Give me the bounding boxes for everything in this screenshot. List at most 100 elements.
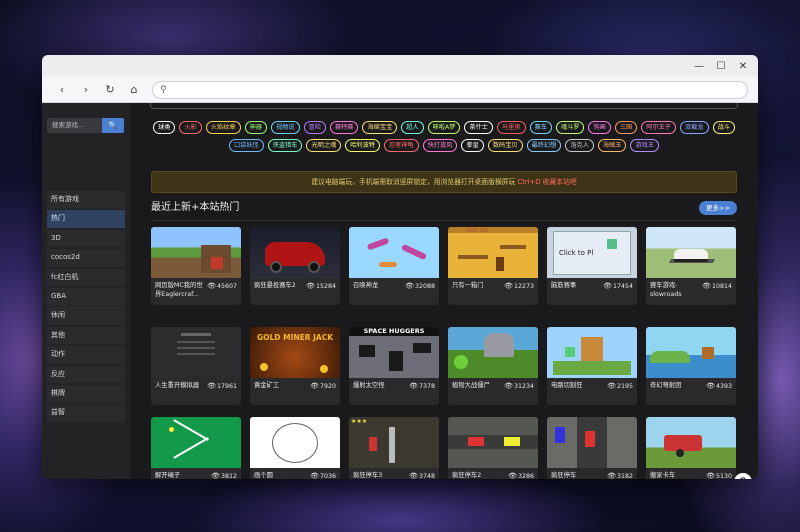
tag-chip[interactable]: 钩画 <box>588 121 611 134</box>
tag-chip[interactable]: 赛车 <box>529 121 552 134</box>
game-card[interactable]: 赛车游戏-slowroads 👁10814 <box>646 227 736 305</box>
game-thumbnail[interactable] <box>646 417 736 468</box>
tag-chip[interactable]: 球类 <box>153 121 176 134</box>
search-button[interactable]: 🔍 <box>102 118 124 133</box>
game-thumbnail[interactable] <box>646 227 736 278</box>
tag-chip[interactable]: 茶什士 <box>464 121 493 134</box>
tag-chip[interactable]: 数码宝贝 <box>487 139 523 152</box>
tag-chip[interactable]: 海绵宝宝 <box>362 121 398 134</box>
game-card[interactable]: 疯狂暴投赛车2 👁15284 <box>250 227 340 305</box>
forward-icon[interactable]: › <box>74 83 98 96</box>
eye-icon: 👁 <box>310 472 319 479</box>
tag-chip[interactable]: 洛克人 <box>565 139 594 152</box>
tag-chip[interactable]: 超人 <box>401 121 424 134</box>
game-thumbnail[interactable] <box>448 417 538 468</box>
game-thumbnail[interactable]: LEVEL 2/65 <box>448 227 538 278</box>
game-card[interactable]: 画个圆 👁7036 <box>250 417 340 479</box>
sidebar-item[interactable]: 反应 <box>47 365 125 384</box>
view-count: 👁17961 <box>207 382 237 392</box>
sidebar-item[interactable]: cocos2d <box>47 249 125 267</box>
game-card[interactable]: Click to Pl 脑筋赛事 👁17454 <box>547 227 637 305</box>
game-thumbnail[interactable] <box>250 227 340 278</box>
game-thumbnail[interactable] <box>151 327 241 378</box>
game-card[interactable]: 植物大战僵尸 👁31234 <box>448 327 538 405</box>
game-name: 网页版MC我的世界Eaglercraf... <box>155 282 203 298</box>
sidebar-item[interactable]: 动作 <box>47 346 125 364</box>
sidebar-item[interactable]: 其他 <box>47 326 125 345</box>
tag-chip[interactable]: 视频说 <box>270 121 300 134</box>
game-thumbnail[interactable] <box>151 417 241 468</box>
sidebar-item[interactable]: 休闲 <box>47 307 125 325</box>
game-thumbnail[interactable]: ★★★ <box>349 417 439 468</box>
game-card[interactable]: 人生重开模拟器 👁17961 <box>151 327 241 405</box>
sidebar-item[interactable]: 热门 <box>47 210 125 228</box>
home-icon[interactable]: ⌂ <box>122 83 146 96</box>
game-card[interactable]: 疯狂停车 👁3182 <box>547 417 637 479</box>
tag-chip[interactable]: 神器 <box>244 121 267 134</box>
tag-chip[interactable]: 光明之魂 <box>306 139 342 152</box>
minimize-button[interactable]: — <box>688 61 710 72</box>
game-card[interactable]: 电路切割狂 👁2195 <box>547 327 637 405</box>
game-card[interactable]: 解开绳子 👁3812 <box>151 417 241 479</box>
game-card[interactable]: 疯狂停车2 👁3286 <box>448 417 538 479</box>
game-thumbnail[interactable] <box>547 327 637 378</box>
tag-chip[interactable]: 魂斗罗 <box>555 121 585 134</box>
tag-chip[interactable]: 赛特赛 <box>329 121 359 134</box>
tag-chip[interactable]: 火影 <box>179 121 202 134</box>
sidebar-item[interactable]: 益智 <box>47 404 125 422</box>
game-meta: 植物大战僵尸 👁31234 <box>448 378 538 405</box>
tag-chip[interactable]: 冒险 <box>303 121 326 134</box>
game-card[interactable]: 网页版MC我的世界Eaglercraf... 👁45607 <box>151 227 241 305</box>
game-card[interactable]: ★★★ 疯狂停车3 👁3748 <box>349 417 439 479</box>
tag-chip[interactable]: 侠盗猎车 <box>267 139 303 152</box>
view-count: 👁3812 <box>211 472 237 479</box>
game-thumbnail[interactable]: Click to Pl <box>547 227 637 278</box>
maximize-button[interactable]: ☐ <box>710 61 732 72</box>
tag-chip[interactable]: 三国 <box>614 121 638 134</box>
game-thumbnail[interactable] <box>250 417 340 468</box>
game-card[interactable]: SPACE HUGGERS 爆射太空怪 👁7378 <box>349 327 439 405</box>
settings-fab[interactable]: ⚙ <box>734 473 752 479</box>
tag-chip[interactable]: 火焰纹章 <box>205 121 241 134</box>
tag-chip[interactable]: 哈利波特 <box>345 139 380 152</box>
sidebar-item[interactable]: 3D <box>47 229 125 248</box>
game-thumbnail[interactable] <box>349 227 439 278</box>
game-card[interactable]: GOLD MINER JACK 黄金矿工 👁7920 <box>250 327 340 405</box>
game-thumbnail[interactable] <box>151 227 241 278</box>
game-name: 爆射太空怪 <box>353 382 385 389</box>
tag-chip[interactable]: 阿尔王子 <box>641 121 676 134</box>
tag-chip[interactable]: 快打旋风 <box>422 139 458 152</box>
sidebar-item[interactable]: 棋牌 <box>47 384 125 403</box>
sidebar-item[interactable]: GBA <box>47 287 125 306</box>
game-card[interactable]: LEVEL 2/65 只有一箱门 👁12273 <box>448 227 538 305</box>
tag-chip[interactable]: 拳皇 <box>461 139 484 152</box>
game-thumbnail[interactable] <box>547 417 637 468</box>
game-card[interactable]: 召唤神龙 👁32088 <box>349 227 439 305</box>
more-button[interactable]: 更多>> <box>699 201 737 215</box>
tag-chip[interactable]: 海贼王 <box>597 139 627 152</box>
game-thumbnail[interactable]: SPACE HUGGERS <box>349 327 439 378</box>
game-thumbnail[interactable] <box>646 327 736 378</box>
tag-chip[interactable]: 口袋妖怪 <box>228 139 264 152</box>
sidebar-item[interactable]: 所有游戏 <box>47 191 125 209</box>
tag-chip[interactable]: 马里奥 <box>496 121 526 134</box>
close-button[interactable]: ✕ <box>732 61 754 72</box>
view-count: 👁12273 <box>504 282 534 292</box>
game-card[interactable]: 搬家卡车 👁5130 <box>646 417 736 479</box>
game-thumbnail[interactable] <box>448 327 538 378</box>
back-icon[interactable]: ‹ <box>50 83 74 96</box>
tag-chip[interactable]: 战斗 <box>712 121 735 134</box>
game-card[interactable]: 奇幻弩射团 👁4393 <box>646 327 736 405</box>
view-count: 👁17454 <box>603 282 633 292</box>
reload-icon[interactable]: ↻ <box>98 83 122 96</box>
address-bar[interactable]: ⚲ <box>152 80 748 99</box>
tag-chip[interactable]: 忍者神龟 <box>383 139 419 152</box>
game-name: 植物大战僵尸 <box>452 382 490 389</box>
search-input[interactable]: 搜索游戏... <box>47 118 102 133</box>
tag-chip[interactable]: 双截龙 <box>679 121 709 134</box>
tag-chip[interactable]: 最终幻想 <box>526 139 562 152</box>
sidebar-item[interactable]: fc红白机 <box>47 268 125 287</box>
tag-chip[interactable]: 哆啦A梦 <box>427 121 461 134</box>
game-thumbnail[interactable]: GOLD MINER JACK <box>250 327 340 378</box>
tag-chip[interactable]: 游戏王 <box>630 139 660 152</box>
